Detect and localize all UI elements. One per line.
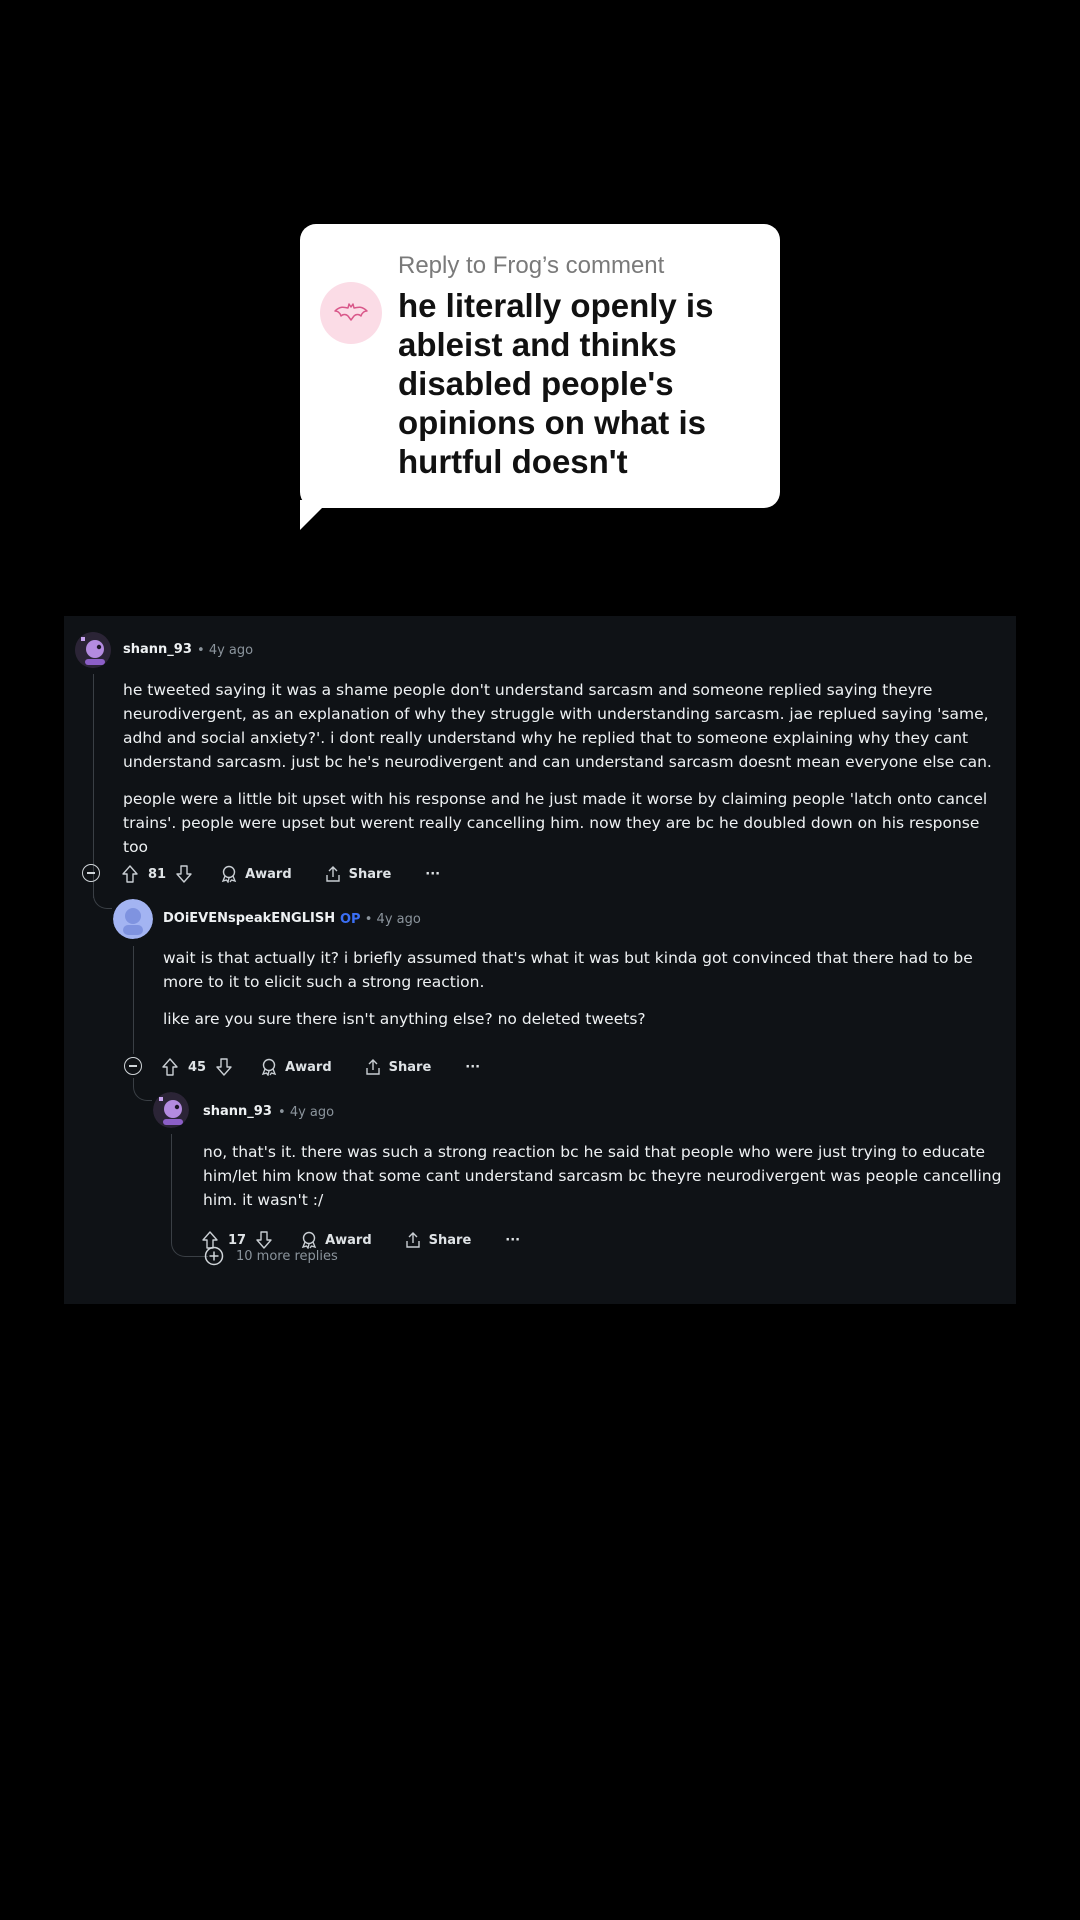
vote-group: 81 (122, 865, 192, 883)
avatar[interactable] (113, 899, 153, 939)
share-icon (405, 1232, 420, 1248)
bubble-tail (300, 500, 330, 530)
op-badge: OP (340, 912, 361, 927)
comment-actions: 81 Award Share ··· (122, 862, 440, 886)
comment-thread: shann_93 • 4y ago he tweeted saying it w… (64, 616, 1016, 1304)
more-options-icon[interactable]: ··· (505, 1233, 520, 1248)
avatar[interactable] (75, 632, 111, 668)
comment-meta: OP • 4y ago (340, 912, 421, 927)
award-label: Award (285, 1059, 332, 1075)
comment-body: wait is that actually it? i briefly assu… (163, 946, 1005, 1044)
downvote-icon[interactable] (216, 1058, 232, 1076)
comment-paragraph: like are you sure there isn't anything e… (163, 1010, 646, 1028)
comment-meta: • 4y ago (197, 643, 253, 658)
collapse-button[interactable] (124, 1057, 142, 1075)
share-label: Share (428, 1232, 472, 1248)
comment-time: 4y ago (376, 912, 421, 927)
comment-paragraph: people were a little bit upset with his … (123, 790, 988, 856)
comment-paragraph: no, that's it. there was such a strong r… (203, 1143, 1002, 1209)
bat-icon (334, 303, 368, 321)
reply-text: he literally openly is ableist and think… (398, 287, 714, 480)
avatar[interactable] (153, 1092, 189, 1128)
comment-actions: 45 Award Share ··· (162, 1055, 480, 1079)
comment-time: 4y ago (289, 1105, 335, 1120)
user-avatar-icon (113, 899, 153, 939)
share-icon (365, 1059, 380, 1075)
comment-body: no, that's it. there was such a strong r… (203, 1140, 1003, 1225)
award-button[interactable]: Award (220, 865, 292, 883)
bubble-avatar (320, 282, 382, 344)
comment-body: he tweeted saying it was a shame people … (123, 678, 1003, 872)
vote-group: 45 (162, 1058, 232, 1076)
vote-count: 45 (188, 1059, 207, 1075)
separator: • (364, 912, 373, 927)
award-button[interactable]: Award (260, 1058, 332, 1076)
vote-count: 81 (148, 866, 167, 882)
share-button[interactable]: Share (364, 1058, 432, 1076)
thread-line (171, 1134, 172, 1238)
thread-line (133, 946, 134, 1054)
separator: • (197, 643, 205, 658)
separator: • (278, 1105, 286, 1120)
comment-username[interactable]: DOiEVENspeakENGLISH (163, 911, 335, 926)
comment-username[interactable]: shann_93 (123, 642, 192, 657)
thread-connector (171, 1238, 208, 1257)
share-icon (325, 866, 340, 882)
reply-bubble: Reply to Frog’s comment he literally ope… (300, 224, 780, 508)
upvote-icon[interactable] (122, 865, 138, 883)
share-button[interactable]: Share (404, 1231, 472, 1249)
comment-time: 4y ago (208, 643, 254, 658)
thread-connector (133, 1078, 152, 1101)
share-label: Share (348, 866, 392, 882)
upvote-icon[interactable] (162, 1058, 178, 1076)
reply-header: Reply to Frog’s comment (398, 252, 665, 279)
collapse-button[interactable] (82, 864, 100, 882)
share-button[interactable]: Share (324, 865, 392, 883)
more-options-icon[interactable]: ··· (465, 1060, 480, 1075)
award-label: Award (245, 866, 292, 882)
downvote-icon[interactable] (176, 865, 192, 883)
award-icon (221, 865, 237, 883)
user-avatar-icon (153, 1092, 189, 1128)
award-icon (261, 1058, 277, 1076)
more-replies-label: 10 more replies (236, 1248, 338, 1264)
user-avatar-icon (75, 632, 111, 668)
thread-connector (93, 888, 112, 909)
comment-paragraph: wait is that actually it? i briefly assu… (163, 949, 973, 991)
more-replies-button[interactable]: 10 more replies (204, 1246, 338, 1266)
plus-circle-icon (204, 1246, 224, 1266)
comment-meta: • 4y ago (278, 1105, 334, 1120)
more-options-icon[interactable]: ··· (425, 867, 440, 882)
comment-username[interactable]: shann_93 (203, 1104, 272, 1119)
comment-paragraph: he tweeted saying it was a shame people … (123, 681, 992, 771)
share-label: Share (388, 1059, 432, 1075)
